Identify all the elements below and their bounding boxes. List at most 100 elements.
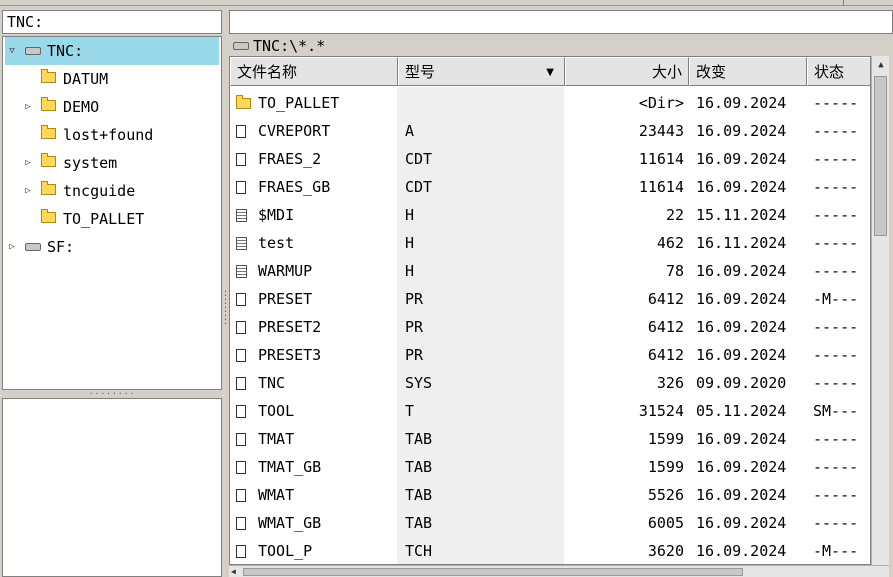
file-icon <box>236 461 246 474</box>
column-header-name[interactable]: 文件名称 <box>230 57 398 86</box>
collapse-arrow-icon[interactable]: ▷ <box>23 93 33 121</box>
file-size: 6412 <box>647 290 684 308</box>
column-header-size[interactable]: 大小 <box>565 57 689 86</box>
text-file-icon <box>236 265 247 278</box>
tree-item-label: SF: <box>47 238 75 256</box>
file-status: ----- <box>813 374 859 392</box>
file-row[interactable]: $MDI H 22 15.11.2024 ----- <box>230 201 870 229</box>
file-date: 16.09.2024 <box>696 178 787 196</box>
file-name: CVREPORT <box>258 122 331 140</box>
collapse-arrow-icon[interactable]: ▷ <box>23 149 33 177</box>
file-type: H <box>405 206 415 224</box>
file-date: 16.09.2024 <box>696 150 787 168</box>
file-status: ----- <box>813 346 859 364</box>
file-status: ----- <box>813 234 859 252</box>
file-status: SM--- <box>813 402 859 420</box>
left-path-field[interactable]: TNC: <box>2 10 222 34</box>
file-type: H <box>405 234 415 252</box>
column-header-type[interactable]: 型号 ▼ <box>398 57 565 86</box>
file-type: CDT <box>405 150 433 168</box>
file-date: 16.09.2024 <box>696 458 787 476</box>
vertical-scrollbar[interactable]: ▲ <box>871 56 889 565</box>
directory-tree: ▽ TNC: DATUM ▷ DEMO lost+found ▷ system ▷ tncguid… <box>2 36 222 390</box>
tree-item[interactable]: lost+found <box>5 121 219 149</box>
file-row[interactable]: FRAES_GB CDT 11614 16.09.2024 ----- <box>230 173 870 201</box>
file-type: PR <box>405 318 424 336</box>
file-row[interactable]: TOOL_P TCH 3620 16.09.2024 -M--- <box>230 537 870 564</box>
file-row[interactable]: TO_PALLET <Dir> 16.09.2024 ----- <box>230 89 870 117</box>
file-size: 78 <box>665 262 684 280</box>
vertical-splitter-handle[interactable]: · · · · · · · · · <box>223 288 228 330</box>
file-type: TAB <box>405 430 433 448</box>
file-date: 16.11.2024 <box>696 234 787 252</box>
vertical-scroll-thumb[interactable] <box>874 76 887 236</box>
file-row[interactable]: WMAT_GB TAB 6005 16.09.2024 ----- <box>230 509 870 537</box>
column-header-status[interactable]: 状态 <box>807 57 870 86</box>
horizontal-scrollbar[interactable]: ◀ <box>229 565 889 577</box>
file-status: ----- <box>813 318 859 336</box>
file-status: -M--- <box>813 542 859 560</box>
file-icon <box>236 153 246 166</box>
tree-item[interactable]: ▷ DEMO <box>5 93 219 121</box>
expand-arrow-icon[interactable]: ▽ <box>7 37 17 65</box>
scroll-up-icon[interactable]: ▲ <box>874 58 888 72</box>
collapse-arrow-icon[interactable]: ▷ <box>7 233 17 261</box>
file-type: TAB <box>405 486 433 504</box>
file-size: 31524 <box>638 402 684 420</box>
column-header-changed[interactable]: 改变 <box>689 57 807 86</box>
file-row[interactable]: TNC SYS 326 09.09.2020 ----- <box>230 369 870 397</box>
file-status: ----- <box>813 122 859 140</box>
file-status: ----- <box>813 486 859 504</box>
file-icon <box>236 377 246 390</box>
drive-icon <box>233 41 249 50</box>
scroll-left-icon[interactable]: ◀ <box>231 566 236 577</box>
file-row[interactable]: PRESET2 PR 6412 16.09.2024 ----- <box>230 313 870 341</box>
file-name: FRAES_GB <box>258 178 331 196</box>
command-input-field[interactable] <box>229 10 893 34</box>
current-path-text: TNC:\*.* <box>253 37 326 55</box>
file-size: 22 <box>665 206 684 224</box>
file-name: PRESET3 <box>258 346 322 364</box>
collapse-arrow-icon[interactable]: ▷ <box>23 177 33 205</box>
file-type: PR <box>405 290 424 308</box>
file-row[interactable]: CVREPORT A 23443 16.09.2024 ----- <box>230 117 870 145</box>
file-icon <box>236 489 246 502</box>
file-icon <box>236 517 246 530</box>
file-row[interactable]: WARMUP H 78 16.09.2024 ----- <box>230 257 870 285</box>
tree-item[interactable]: DATUM <box>5 65 219 93</box>
folder-icon <box>41 153 56 167</box>
file-type: TAB <box>405 514 433 532</box>
folder-icon <box>41 181 56 195</box>
drive-icon <box>25 243 41 251</box>
file-type: CDT <box>405 178 433 196</box>
file-name: TMAT <box>258 430 295 448</box>
file-row[interactable]: TMAT_GB TAB 1599 16.09.2024 ----- <box>230 453 870 481</box>
file-icon <box>236 125 246 138</box>
top-frame-separator <box>843 0 844 6</box>
file-icon <box>236 405 246 418</box>
file-size: <Dir> <box>638 94 684 112</box>
file-name: PRESET2 <box>258 318 322 336</box>
file-name: TNC <box>258 374 286 392</box>
tree-item[interactable]: ▷ tncguide <box>5 177 219 205</box>
file-row[interactable]: WMAT TAB 5526 16.09.2024 ----- <box>230 481 870 509</box>
file-row[interactable]: PRESET PR 6412 16.09.2024 -M--- <box>230 285 870 313</box>
file-date: 16.09.2024 <box>696 542 787 560</box>
tree-item[interactable]: TO_PALLET <box>5 205 219 233</box>
file-row[interactable]: test H 462 16.11.2024 ----- <box>230 229 870 257</box>
tree-item[interactable]: ▷ SF: <box>5 233 219 261</box>
folder-icon <box>236 95 251 109</box>
horizontal-scroll-thumb[interactable] <box>243 568 743 576</box>
file-date: 16.09.2024 <box>696 122 787 140</box>
file-row[interactable]: TOOL T 31524 05.11.2024 SM--- <box>230 397 870 425</box>
file-row[interactable]: FRAES_2 CDT 11614 16.09.2024 ----- <box>230 145 870 173</box>
file-icon <box>236 321 246 334</box>
file-date: 16.09.2024 <box>696 486 787 504</box>
tree-item-label: TO_PALLET <box>63 210 145 228</box>
file-row[interactable]: TMAT TAB 1599 16.09.2024 ----- <box>230 425 870 453</box>
file-row[interactable]: PRESET3 PR 6412 16.09.2024 ----- <box>230 341 870 369</box>
tree-item[interactable]: ▽ TNC: <box>5 37 219 65</box>
file-type: A <box>405 122 415 140</box>
tree-splitter-handle[interactable]: ········ <box>2 390 222 398</box>
tree-item[interactable]: ▷ system <box>5 149 219 177</box>
